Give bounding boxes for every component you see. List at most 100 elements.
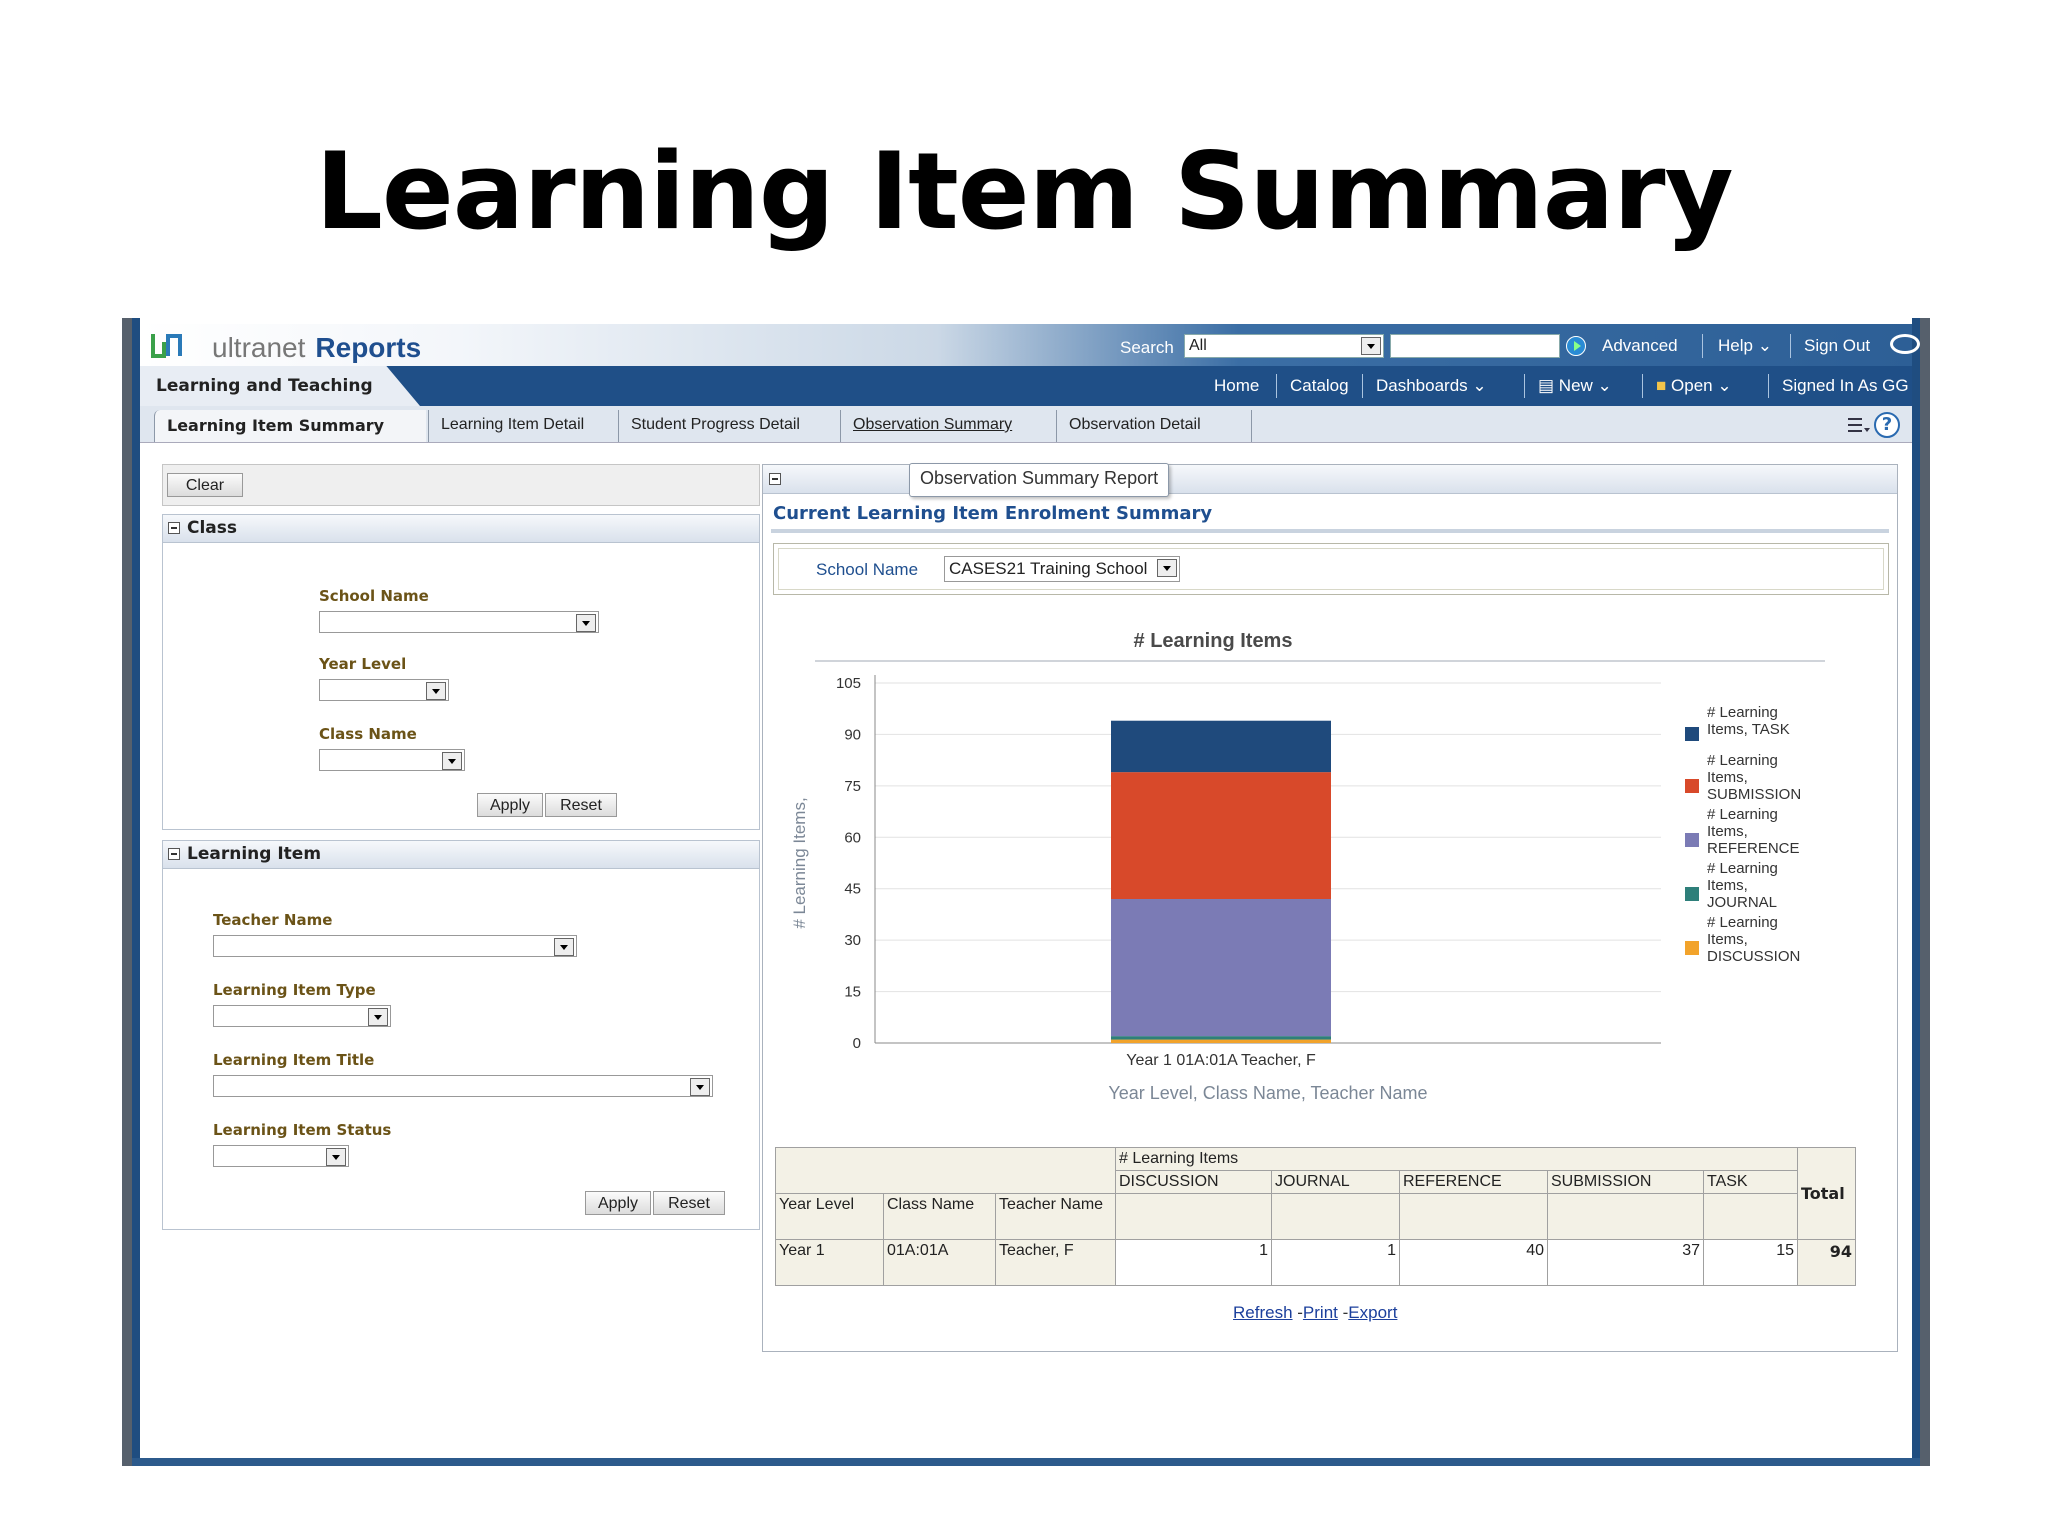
slide-title: Learning Item Summary — [315, 130, 1733, 253]
title-underline — [771, 529, 1889, 533]
x-axis-label: Year Level, Class Name, Teacher Name — [1108, 1083, 1427, 1103]
divider — [1362, 374, 1363, 398]
school-name-select[interactable] — [319, 611, 599, 633]
year-level-select[interactable] — [319, 679, 449, 701]
collapse-icon[interactable] — [168, 522, 180, 534]
chevron-down-icon[interactable] — [576, 614, 596, 632]
y-tick-label: 15 — [844, 984, 861, 1001]
chevron-down-icon: ⌄ — [1472, 376, 1487, 395]
learning-items-chart: # Learning Items 0 15 30 45 60 75 90 105 Year 1 0… — [790, 630, 1825, 1103]
teacher-name-label: Teacher Name — [213, 911, 333, 929]
collapse-icon[interactable] — [168, 848, 180, 860]
help-menu[interactable]: Help ⌄ — [1718, 336, 1772, 356]
legend-label: Items, — [1707, 877, 1748, 894]
collapse-icon[interactable] — [769, 473, 781, 485]
learning-item-type-label: Learning Item Type — [213, 981, 376, 999]
legend-label: Items, — [1707, 823, 1748, 840]
search-label: Search — [1120, 338, 1174, 357]
chevron-down-icon[interactable] — [326, 1148, 346, 1166]
y-tick-label: 45 — [844, 881, 861, 898]
class-group-title: Class — [187, 518, 238, 538]
report-title: Current Learning Item Enrolment Summary — [773, 503, 1213, 524]
bar-segment — [1111, 1039, 1331, 1043]
export-link[interactable]: Export — [1348, 1303, 1397, 1322]
divider — [1524, 374, 1525, 398]
chevron-down-icon[interactable] — [690, 1078, 710, 1096]
item-reset-button[interactable]: Reset — [653, 1191, 725, 1215]
class-group-header[interactable]: Class — [163, 515, 759, 543]
y-tick-label: 75 — [844, 778, 861, 795]
window-frame-right — [1912, 318, 1920, 1466]
teacher-name-select[interactable] — [213, 935, 577, 957]
refresh-link[interactable]: Refresh — [1233, 1303, 1293, 1322]
learning-item-title-select[interactable] — [213, 1075, 713, 1097]
bar-segment — [1111, 899, 1331, 1037]
item-apply-button[interactable]: Apply — [585, 1191, 651, 1215]
divider — [1768, 374, 1769, 398]
page-options-icon[interactable] — [1848, 416, 1870, 434]
learning-item-group-header[interactable]: Learning Item — [163, 841, 759, 869]
sign-out-link[interactable]: Sign Out — [1804, 336, 1870, 356]
legend-label: Items, — [1707, 931, 1748, 948]
advanced-link[interactable]: Advanced — [1602, 336, 1678, 356]
y-tick-label: 90 — [844, 726, 861, 743]
report-panel: Observation Summary Report Current Learn… — [762, 463, 1898, 1352]
legend-label: # Learning — [1707, 704, 1778, 721]
chevron-down-icon[interactable] — [368, 1008, 388, 1026]
legend-label: Items, — [1707, 769, 1748, 786]
tab-learning-item-summary[interactable]: Learning Item Summary — [154, 410, 426, 442]
chevron-down-icon[interactable] — [426, 682, 446, 700]
divider — [1276, 374, 1277, 398]
blank-cell — [1399, 1193, 1548, 1240]
x-tick-label: Year 1 01A:01A Teacher, F — [1126, 1052, 1316, 1069]
legend-swatch — [1685, 779, 1699, 793]
chat-bubble-icon[interactable] — [1890, 334, 1920, 354]
home-link[interactable]: Home — [1214, 376, 1259, 396]
class-cell: 01A:01A — [883, 1239, 996, 1286]
new-label: New — [1558, 376, 1593, 395]
search-input[interactable] — [1390, 334, 1560, 358]
legend-label: # Learning — [1707, 752, 1778, 769]
open-menu[interactable]: ■ Open ⌄ — [1656, 376, 1732, 396]
tab-observation-summary[interactable]: Observation Summary — [840, 410, 1054, 442]
teacher-cell: Teacher, F — [995, 1239, 1116, 1286]
class-reset-button[interactable]: Reset — [545, 793, 617, 817]
clear-button[interactable]: Clear — [167, 473, 243, 497]
help-label: Help — [1718, 336, 1753, 355]
divider — [1702, 334, 1703, 358]
learning-item-status-select[interactable] — [213, 1145, 349, 1167]
school-name-prompt-select[interactable]: CASES21 Training School — [944, 556, 1180, 582]
column-header: SUBMISSION — [1547, 1170, 1704, 1194]
y-tick-label: 60 — [844, 829, 861, 846]
search-go-icon[interactable] — [1566, 336, 1586, 356]
catalog-link[interactable]: Catalog — [1290, 376, 1349, 396]
search-scope-select[interactable]: All — [1184, 334, 1384, 358]
class-name-select[interactable] — [319, 749, 465, 771]
chevron-down-icon: ⌄ — [1597, 376, 1612, 395]
value-cell: 40 — [1399, 1239, 1548, 1286]
chevron-down-icon[interactable] — [554, 938, 574, 956]
chevron-down-icon[interactable] — [1361, 337, 1381, 355]
new-menu[interactable]: ▤ New ⌄ — [1538, 376, 1612, 396]
class-apply-button[interactable]: Apply — [477, 793, 543, 817]
help-icon[interactable]: ? — [1874, 412, 1900, 438]
chevron-down-icon[interactable] — [1157, 559, 1177, 577]
legend-label: REFERENCE — [1707, 840, 1800, 857]
learning-item-type-select[interactable] — [213, 1005, 391, 1027]
y-axis-label: # Learning Items, — [790, 797, 809, 928]
value-cell: 15 — [1703, 1239, 1798, 1286]
tab-learning-item-detail[interactable]: Learning Item Detail — [428, 410, 616, 442]
window-frame-left — [132, 318, 140, 1466]
divider — [1790, 334, 1791, 358]
tab-observation-detail[interactable]: Observation Detail — [1056, 410, 1252, 442]
pivot-table: # Learning Items Total DISCUSSION JOURNA… — [775, 1147, 1856, 1286]
row-header: Class Name — [883, 1193, 996, 1240]
dashboards-menu[interactable]: Dashboards ⌄ — [1376, 376, 1487, 396]
chevron-down-icon[interactable] — [442, 752, 462, 770]
tab-student-progress-detail[interactable]: Student Progress Detail — [618, 410, 838, 442]
blank-cell — [1703, 1193, 1798, 1240]
print-link[interactable]: Print — [1303, 1303, 1338, 1322]
section-tab[interactable]: Learning and Teaching — [140, 366, 420, 406]
legend-label: # Learning — [1707, 860, 1778, 877]
report-title-tab: Observation Summary Report — [909, 463, 1170, 497]
